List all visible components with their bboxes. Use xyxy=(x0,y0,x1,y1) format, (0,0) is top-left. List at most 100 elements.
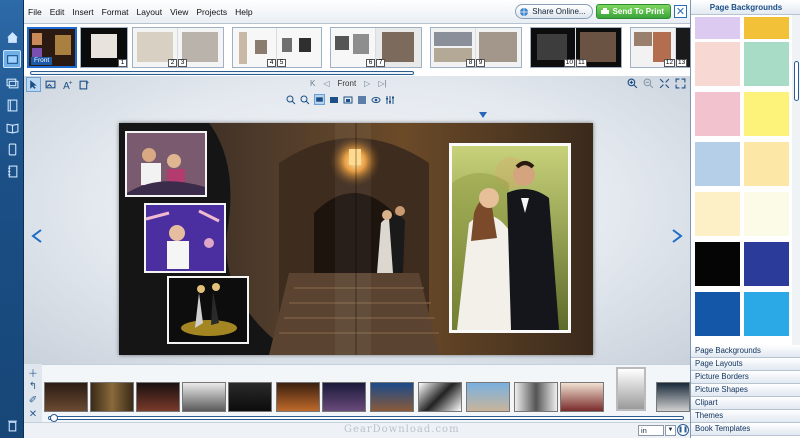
phone-icon[interactable] xyxy=(3,140,21,158)
background-swatch[interactable] xyxy=(695,292,740,336)
share-icon[interactable]: ↰ xyxy=(24,379,42,393)
last-page-icon[interactable]: ▷| xyxy=(378,79,386,88)
background-swatch[interactable] xyxy=(695,142,740,186)
preview-eye-icon[interactable] xyxy=(371,95,381,105)
panel-scrollbar[interactable] xyxy=(792,15,800,345)
home-icon[interactable] xyxy=(3,28,21,46)
page-number: 8 xyxy=(466,59,475,67)
panel-section-picture-borders[interactable]: Picture Borders xyxy=(691,371,800,384)
page-thumb-10-11[interactable]: 10 11 xyxy=(530,27,622,68)
photo-thumb[interactable] xyxy=(514,382,558,412)
next-page-icon[interactable]: ▷ xyxy=(364,79,370,88)
background-swatch[interactable] xyxy=(744,192,789,236)
status-bar: GearDownload.com in ▼ ❚❚ xyxy=(24,422,690,438)
page-thumb-front[interactable]: Front xyxy=(27,27,77,68)
chevron-down-icon[interactable]: ▼ xyxy=(665,425,676,436)
photo-thumb[interactable] xyxy=(370,382,414,412)
photo-thumb-selected[interactable] xyxy=(616,367,646,411)
background-swatch[interactable] xyxy=(744,142,789,186)
prev-spread-icon[interactable] xyxy=(30,228,44,244)
book-icon[interactable] xyxy=(3,96,21,114)
background-swatch[interactable] xyxy=(744,242,789,286)
units-select[interactable]: in xyxy=(638,425,664,436)
open-book-icon[interactable] xyxy=(3,118,21,136)
add-text-icon[interactable]: A + xyxy=(60,77,75,92)
scroll-thumb[interactable] xyxy=(50,414,58,422)
photo-thumb[interactable] xyxy=(466,382,510,412)
first-page-icon[interactable]: K xyxy=(310,79,315,88)
page-thumb-12-13[interactable]: 12 13 xyxy=(630,27,690,68)
brush-icon[interactable]: ✐ xyxy=(24,393,42,407)
album-spread[interactable] xyxy=(119,123,593,355)
single-page-icon[interactable] xyxy=(314,94,325,105)
add-icon[interactable]: ＋ xyxy=(24,365,42,380)
background-swatch[interactable] xyxy=(695,192,740,236)
photo-thumb[interactable] xyxy=(656,382,690,412)
menu-layout[interactable]: Layout xyxy=(133,7,167,17)
spiral-book-icon[interactable] xyxy=(3,162,21,180)
close-icon[interactable]: ✕ xyxy=(674,5,687,18)
current-page-label: Front xyxy=(337,79,357,88)
menu-projects[interactable]: Projects xyxy=(192,7,231,17)
photo-frame-icon[interactable] xyxy=(343,95,353,105)
next-spread-icon[interactable] xyxy=(670,228,684,244)
gradient-icon[interactable] xyxy=(357,95,367,105)
page-thumb-8-9[interactable]: 8 9 xyxy=(430,27,522,68)
zoom-out-icon[interactable] xyxy=(643,78,654,89)
add-page-icon[interactable]: + xyxy=(77,77,92,92)
photo-tray-scrollbar[interactable] xyxy=(42,414,690,422)
photo-thumb[interactable] xyxy=(136,382,180,412)
menu-edit[interactable]: Edit xyxy=(46,7,69,17)
background-swatch[interactable] xyxy=(744,292,789,336)
trash-icon[interactable] xyxy=(3,416,21,434)
panel-section-page-backgrounds[interactable]: Page Backgrounds xyxy=(691,345,800,358)
photo-thumb[interactable] xyxy=(182,382,226,412)
menu-format[interactable]: Format xyxy=(98,7,133,17)
album-spread-artwork xyxy=(119,123,593,355)
panel-section-page-layouts[interactable]: Page Layouts xyxy=(691,358,800,371)
image-icon[interactable] xyxy=(43,77,58,92)
photo-thumb[interactable] xyxy=(560,382,604,412)
photo-thumb[interactable] xyxy=(276,382,320,412)
fit-page-icon[interactable] xyxy=(659,78,670,89)
photo-thumb[interactable] xyxy=(44,382,88,412)
photo-view-icon[interactable] xyxy=(329,95,339,105)
menu-file[interactable]: File xyxy=(24,7,46,17)
panel-section-themes[interactable]: Themes xyxy=(691,410,800,423)
panel-section-picture-shapes[interactable]: Picture Shapes xyxy=(691,384,800,397)
background-swatch[interactable] xyxy=(695,92,740,136)
adjust-sliders-icon[interactable] xyxy=(385,95,395,105)
panel-section-book-templates[interactable]: Book Templates xyxy=(691,423,800,436)
prev-page-icon[interactable]: ◁ xyxy=(323,79,329,88)
photo-thumb[interactable] xyxy=(418,382,462,412)
panel-section-clipart[interactable]: Clipart xyxy=(691,397,800,410)
zoom-in-icon[interactable] xyxy=(627,78,638,89)
share-online-label: Share Online... xyxy=(532,7,586,16)
pause-icon[interactable]: ❚❚ xyxy=(677,424,689,436)
page-thumb-2-3[interactable]: 2 3 xyxy=(132,27,224,68)
photo-thumb[interactable] xyxy=(322,382,366,412)
background-swatch[interactable] xyxy=(695,242,740,286)
menu-help[interactable]: Help xyxy=(231,7,256,17)
background-swatch[interactable] xyxy=(744,17,789,39)
share-online-button[interactable]: Share Online... xyxy=(515,4,593,19)
menu-view[interactable]: View xyxy=(166,7,192,17)
background-swatch[interactable] xyxy=(744,42,789,86)
page-thumb-4-5[interactable]: 4 5 xyxy=(232,27,322,68)
photo-thumb[interactable] xyxy=(228,382,272,412)
background-swatch[interactable] xyxy=(695,42,740,86)
photo-thumb[interactable] xyxy=(90,382,134,412)
select-icon[interactable] xyxy=(26,77,41,92)
zoom-in-icon[interactable] xyxy=(286,95,296,105)
page-thumb-1[interactable]: 1 xyxy=(80,27,128,68)
background-swatch[interactable] xyxy=(695,17,740,39)
background-swatch[interactable] xyxy=(744,92,789,136)
send-to-print-button[interactable]: Send To Print xyxy=(595,4,671,19)
zoom-out-icon[interactable] xyxy=(300,95,310,105)
menu-insert[interactable]: Insert xyxy=(68,7,97,17)
remove-icon[interactable]: ✕ xyxy=(24,407,42,421)
fullscreen-icon[interactable] xyxy=(675,78,686,89)
pages-icon[interactable] xyxy=(3,50,21,68)
page-thumb-6-7[interactable]: 6 7 xyxy=(330,27,422,68)
layers-icon[interactable] xyxy=(3,74,21,92)
